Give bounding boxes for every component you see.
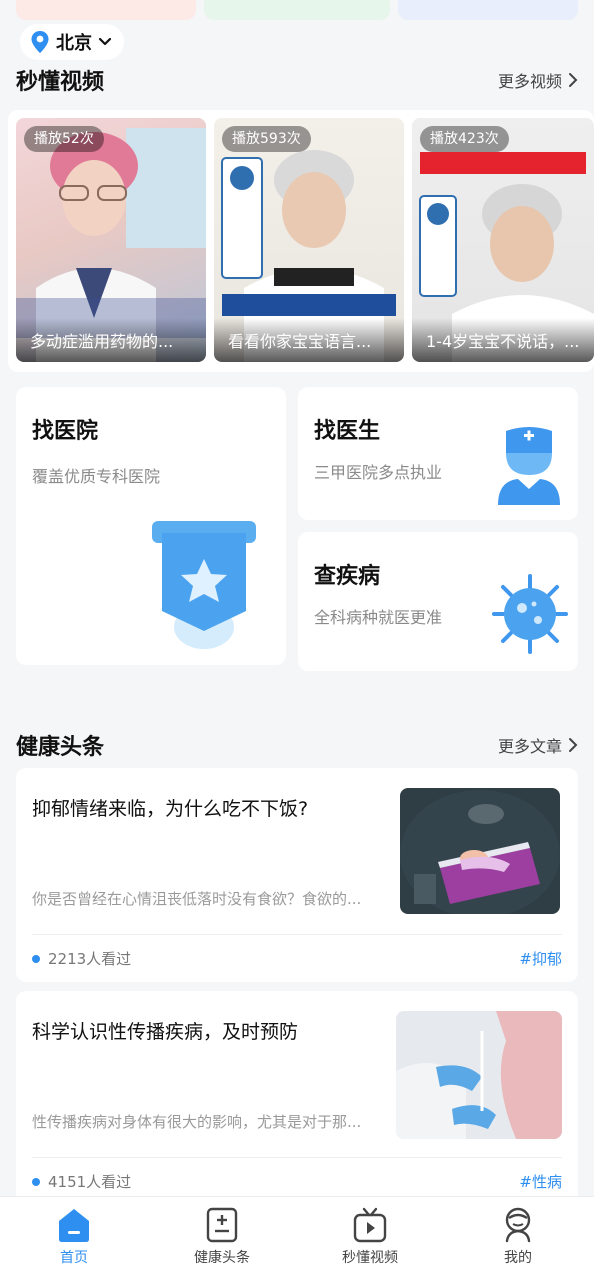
- find-hospital-subtitle: 覆盖优质专科医院: [32, 467, 161, 486]
- medical-test-illustration: [396, 1011, 562, 1139]
- depression-illustration: [400, 790, 560, 914]
- banner-remnant[interactable]: [16, 0, 196, 20]
- tab-videos[interactable]: 秒懂视频: [296, 1197, 444, 1280]
- find-hospital-title: 找医院: [32, 419, 99, 444]
- views-count: 2213人看过: [48, 950, 132, 968]
- check-disease-title: 查疾病: [314, 564, 381, 589]
- more-articles-label: 更多文章: [497, 737, 562, 756]
- banner-remnant[interactable]: [204, 0, 390, 20]
- play-count-badge: 播放593次: [222, 126, 311, 152]
- home-icon: [59, 1209, 89, 1242]
- more-videos-label: 更多视频: [497, 72, 562, 91]
- chevron-down-icon: [98, 37, 112, 46]
- tab-profile[interactable]: 我的: [444, 1197, 592, 1280]
- video-card[interactable]: 播放423次 1-4岁宝宝不说话，...: [412, 118, 594, 362]
- tab-home-label: 首页: [60, 1250, 88, 1266]
- chevron-right-icon: [569, 73, 578, 87]
- videos-section-header: 秒懂视频 更多视频: [16, 64, 578, 96]
- video-tv-icon: [353, 1207, 387, 1243]
- check-disease-card[interactable]: 查疾病 全科病种就医更准: [298, 532, 578, 671]
- article-thumbnail: [396, 1011, 562, 1139]
- video-caption: 1-4岁宝宝不说话，...: [412, 318, 594, 362]
- views-dot-icon: [32, 954, 40, 963]
- bottom-tab-bar: 首页 健康头条 秒懂视频 我的: [0, 1196, 594, 1280]
- location-pin-icon: [31, 31, 49, 53]
- article-tag[interactable]: #性病: [519, 1171, 562, 1192]
- video-card[interactable]: 播放593次 看看你家宝宝语言...: [214, 118, 404, 362]
- video-card[interactable]: 播放52次 多动症滥用药物的...: [16, 118, 206, 362]
- banner-remnant[interactable]: [398, 0, 578, 20]
- find-hospital-card[interactable]: 找医院 覆盖优质专科医院: [16, 387, 286, 665]
- tab-news-label: 健康头条: [194, 1250, 250, 1266]
- video-carousel: 播放52次 多动症滥用药物的... 播放593次 看看你家宝宝语言... 播放4…: [8, 110, 594, 372]
- article-description: 性传播疾病对身体有很大的影响，尤其是对于那...: [32, 1113, 362, 1131]
- article-views: 4151人看过: [32, 1171, 131, 1192]
- news-section-header: 健康头条 更多文章: [16, 729, 578, 761]
- article-views: 2213人看过: [32, 948, 131, 969]
- find-doctor-subtitle: 三甲医院多点执业: [314, 463, 443, 482]
- article-thumbnail: [400, 788, 560, 914]
- location-city: 北京: [56, 33, 92, 54]
- article-tag[interactable]: #抑郁: [519, 948, 562, 969]
- top-banner-strip: [0, 0, 594, 22]
- find-doctor-card[interactable]: 找医生 三甲医院多点执业: [298, 387, 578, 520]
- article-card[interactable]: 抑郁情绪来临，为什么吃不下饭? 你是否曾经在心情沮丧低落时没有食欲？食欲的...…: [16, 768, 578, 982]
- video-caption: 多动症滥用药物的...: [16, 318, 206, 362]
- views-count: 4151人看过: [48, 1173, 132, 1191]
- play-count-badge: 播放423次: [420, 126, 509, 152]
- article-title: 抑郁情绪来临，为什么吃不下饭?: [32, 798, 309, 820]
- doctor-icon: [498, 427, 560, 505]
- article-title: 科学认识性传播疾病，及时预防: [32, 1021, 299, 1043]
- hospital-badge-icon: [152, 521, 256, 649]
- chevron-right-icon: [569, 738, 578, 752]
- more-videos-link[interactable]: 更多视频: [498, 68, 578, 92]
- profile-icon: [505, 1207, 531, 1243]
- virus-icon: [492, 574, 568, 654]
- location-selector[interactable]: 北京: [20, 24, 124, 60]
- more-articles-link[interactable]: 更多文章: [498, 733, 578, 757]
- tab-profile-label: 我的: [504, 1250, 532, 1266]
- news-section-title: 健康头条: [16, 735, 105, 760]
- article-description: 你是否曾经在心情沮丧低落时没有食欲？食欲的...: [32, 890, 362, 908]
- find-doctor-title: 找医生: [314, 419, 381, 444]
- video-caption: 看看你家宝宝语言...: [214, 318, 404, 362]
- article-card[interactable]: 科学认识性传播疾病，及时预防 性传播疾病对身体有很大的影响，尤其是对于那... …: [16, 991, 578, 1205]
- tab-home[interactable]: 首页: [0, 1197, 148, 1280]
- tab-news[interactable]: 健康头条: [148, 1197, 296, 1280]
- views-dot-icon: [32, 1177, 40, 1186]
- news-icon: [206, 1207, 238, 1243]
- videos-section-title: 秒懂视频: [16, 70, 105, 95]
- play-count-badge: 播放52次: [24, 126, 104, 152]
- article-divider: [32, 934, 562, 935]
- article-divider: [32, 1157, 562, 1158]
- tab-videos-label: 秒懂视频: [342, 1250, 398, 1266]
- check-disease-subtitle: 全科病种就医更准: [314, 608, 443, 627]
